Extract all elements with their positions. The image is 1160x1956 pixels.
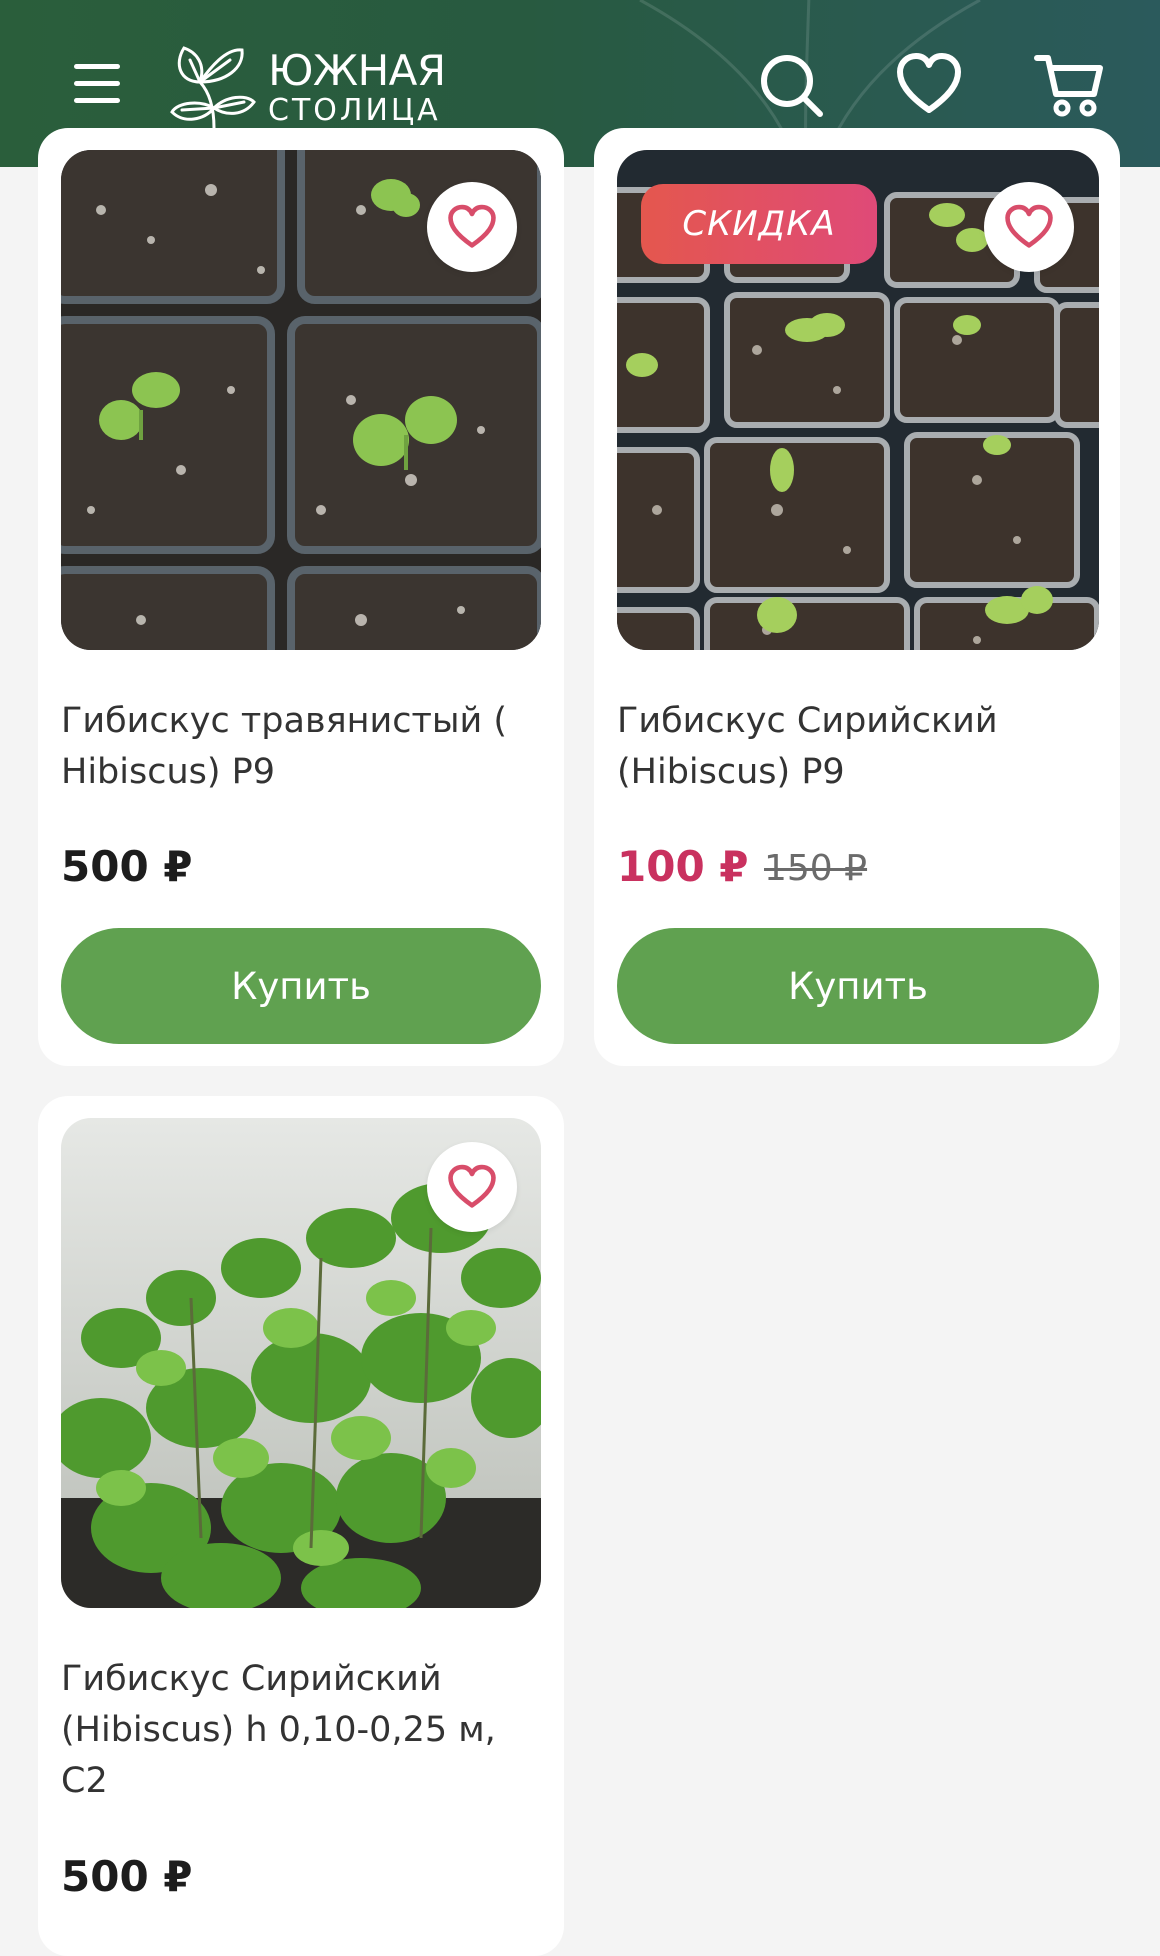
- menu-icon[interactable]: [74, 64, 120, 104]
- heart-outline-icon: [448, 204, 496, 248]
- discount-badge: СКИДКА: [641, 184, 877, 264]
- product-price: 500 ₽: [61, 842, 193, 891]
- cart-icon[interactable]: [1034, 52, 1104, 118]
- product-title[interactable]: Гибискус травянистый ( Hibiscus) P9: [61, 696, 531, 798]
- logo-line-2: СТОЛИЦА: [268, 93, 441, 128]
- heart-outline-icon: [448, 1164, 496, 1208]
- product-price: 500 ₽: [61, 1852, 193, 1901]
- old-price: 150 ₽: [764, 848, 868, 889]
- favorite-button[interactable]: [427, 1142, 517, 1232]
- favorite-button[interactable]: [984, 182, 1074, 272]
- logo-text[interactable]: ЮЖНАЯ СТОЛИЦА: [268, 50, 446, 126]
- product-title[interactable]: Гибискус Сирийский (Hibiscus) h 0,10-0,2…: [61, 1654, 531, 1807]
- product-title[interactable]: Гибискус Сирийский (Hibiscus) P9: [617, 696, 1087, 798]
- favorite-button[interactable]: [427, 182, 517, 272]
- buy-button[interactable]: Купить: [61, 928, 541, 1044]
- logo-icon[interactable]: [170, 38, 256, 132]
- logo-line-1: ЮЖНАЯ: [268, 46, 446, 95]
- sale-price: 100 ₽: [617, 842, 749, 891]
- search-icon[interactable]: [758, 52, 824, 118]
- heart-icon[interactable]: [896, 52, 962, 118]
- heart-outline-icon: [1005, 204, 1053, 248]
- buy-button[interactable]: Купить: [617, 928, 1099, 1044]
